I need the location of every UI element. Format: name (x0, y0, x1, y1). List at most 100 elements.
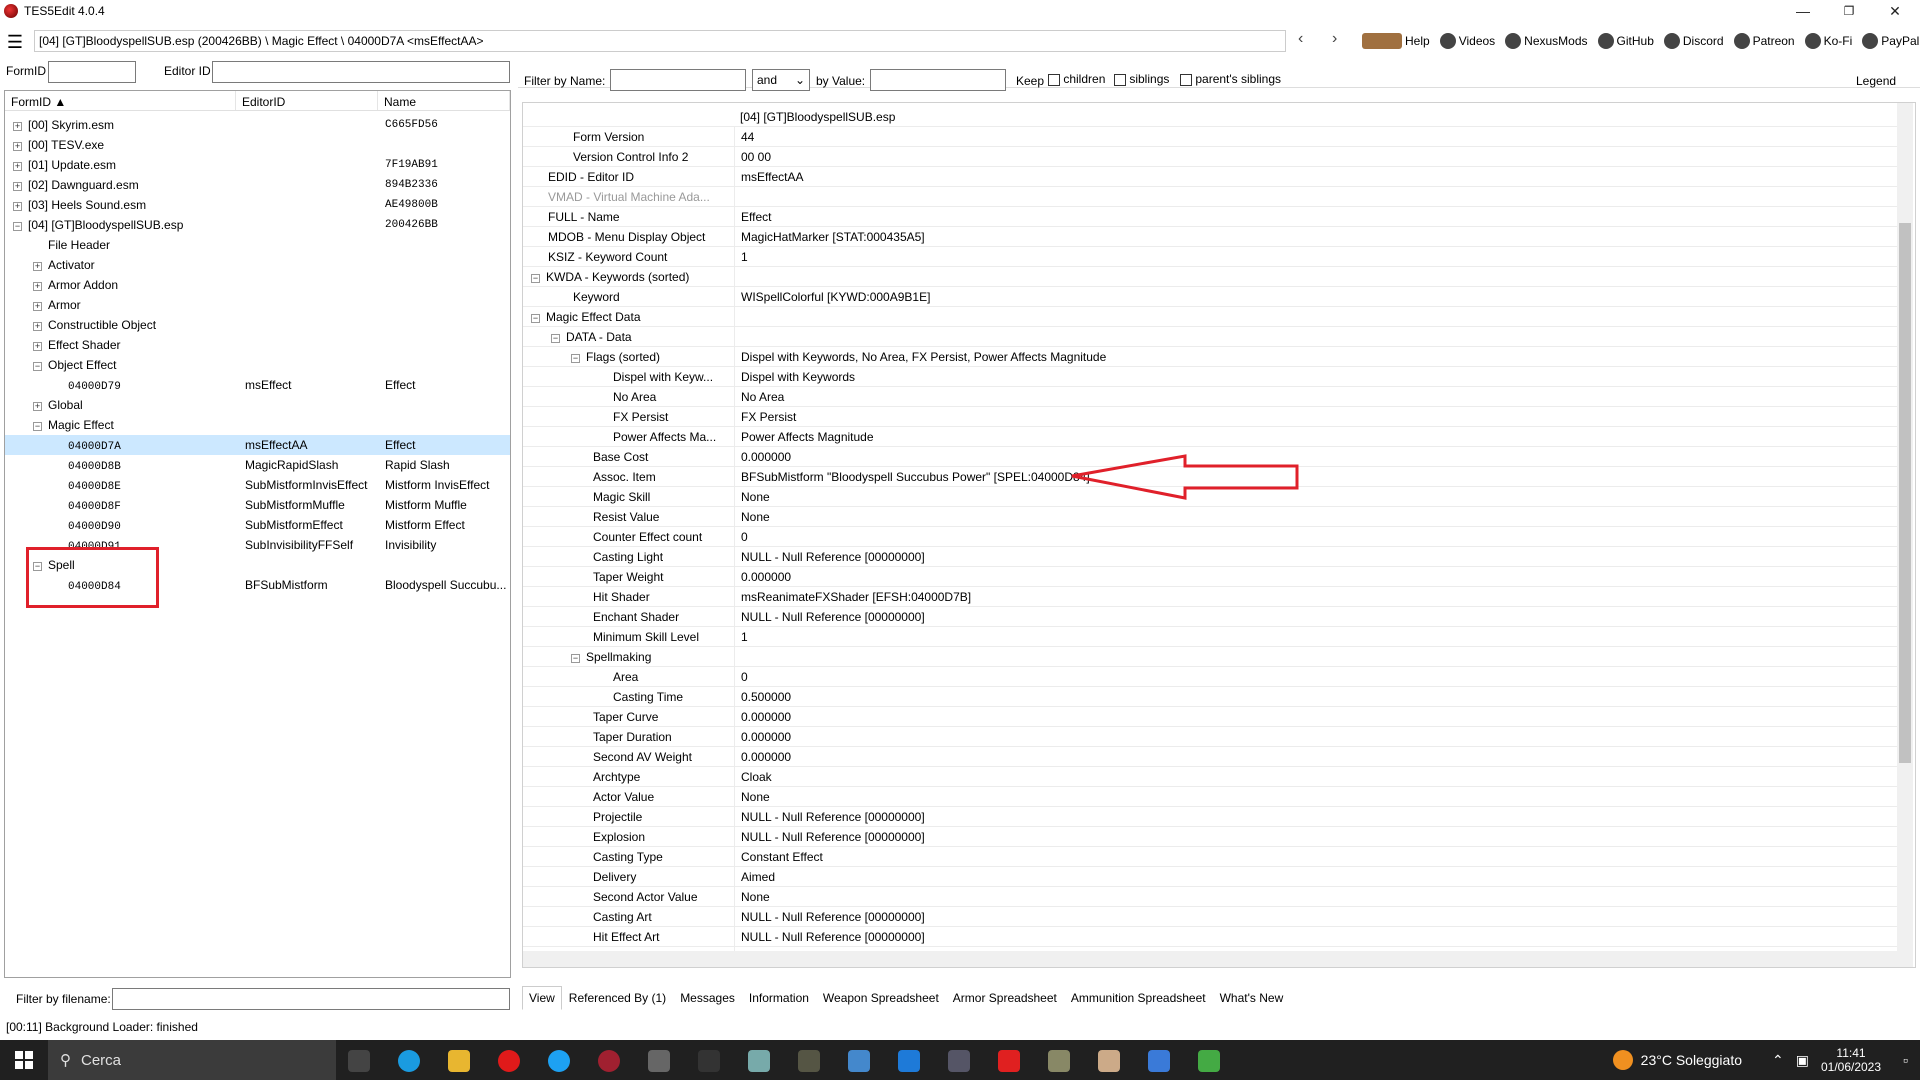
collapse-icon[interactable]: − (13, 222, 22, 231)
grid-row[interactable]: Counter Effect count 0 (523, 527, 1901, 547)
vertical-scrollbar[interactable] (1897, 103, 1913, 967)
forward-arrow-icon[interactable]: › (1332, 30, 1337, 48)
field-value[interactable]: WISpellColorful [KYWD:000A9B1E] (734, 287, 930, 307)
tab-view[interactable]: View (522, 986, 562, 1010)
field-value[interactable]: 0.500000 (734, 687, 791, 707)
tree-row[interactable]: + Effect Shader (5, 335, 510, 355)
tree-row[interactable]: + [00] TESV.exe (5, 135, 510, 155)
field-value[interactable] (734, 187, 741, 207)
column-name[interactable]: Name (378, 91, 510, 110)
app-icon-8[interactable] (998, 1050, 1020, 1072)
field-value[interactable]: BFSubMistform "Bloodyspell Succubus Powe… (734, 467, 1090, 487)
field-value[interactable]: 44 (734, 127, 754, 147)
grid-row[interactable]: EDID - Editor ID msEffectAA (523, 167, 1901, 187)
app-icon-11[interactable] (1148, 1050, 1170, 1072)
editorid-input[interactable] (212, 61, 510, 83)
grid-row[interactable]: Delivery Aimed (523, 867, 1901, 887)
link-videos[interactable]: Videos (1439, 33, 1495, 49)
field-value[interactable]: No Area (734, 387, 784, 407)
edge-icon[interactable] (398, 1050, 420, 1072)
field-value[interactable]: msReanimateFXShader [EFSH:04000D7B] (734, 587, 971, 607)
grid-row[interactable]: Version Control Info 2 00 00 (523, 147, 1901, 167)
grid-row[interactable]: − Spellmaking (523, 647, 1901, 667)
field-value[interactable]: 00 00 (734, 147, 771, 167)
tree-row[interactable]: 04000D79 msEffect Effect (5, 375, 510, 395)
expand-icon[interactable]: + (33, 322, 42, 331)
grid-row[interactable]: Casting Time 0.500000 (523, 687, 1901, 707)
field-value[interactable]: NULL - Null Reference [00000000] (734, 547, 925, 567)
grid-row[interactable]: Minimum Skill Level 1 (523, 627, 1901, 647)
field-value[interactable]: 0.000000 (734, 727, 791, 747)
collapse-icon[interactable]: − (551, 334, 560, 343)
grid-row[interactable]: Hit Effect Art NULL - Null Reference [000… (523, 927, 1901, 947)
expand-icon[interactable]: + (33, 262, 42, 271)
app-icon-7[interactable] (948, 1050, 970, 1072)
grid-row[interactable]: No Area No Area (523, 387, 1901, 407)
app-icon-9[interactable] (1048, 1050, 1070, 1072)
skype-icon[interactable] (548, 1050, 570, 1072)
grid-row[interactable]: Casting Art NULL - Null Reference [000000… (523, 907, 1901, 927)
app-icon-1[interactable] (648, 1050, 670, 1072)
field-value[interactable]: FX Persist (734, 407, 796, 427)
tree-row[interactable]: File Header (5, 235, 510, 255)
chevron-up-icon[interactable]: ⌃ (1772, 1052, 1784, 1069)
link-github[interactable]: GitHub (1597, 33, 1654, 49)
app-icon-2[interactable] (698, 1050, 720, 1072)
tree-row[interactable]: 04000D8E SubMistformInvisEffect Mistform I… (5, 475, 510, 495)
link-paypal[interactable]: PayPal (1862, 33, 1919, 49)
field-value[interactable]: Effect (734, 207, 771, 227)
grid-row[interactable]: KSIZ - Keyword Count 1 (523, 247, 1901, 267)
column-formid[interactable]: FormID ▲ (5, 91, 236, 110)
network-icon[interactable]: ▣ (1796, 1052, 1809, 1069)
tree-row[interactable]: + [02] Dawnguard.esm 894B2336 (5, 175, 510, 195)
grid-row[interactable]: − Magic Effect Data (523, 307, 1901, 327)
record-grid[interactable]: [04] [GT]BloodyspellSUB.esp Form Version… (522, 102, 1916, 968)
tree-row[interactable]: 04000D8B MagicRapidSlash Rapid Slash (5, 455, 510, 475)
field-value[interactable] (734, 267, 741, 287)
windows-start-icon[interactable] (0, 1040, 48, 1080)
grid-row[interactable]: − DATA - Data (523, 327, 1901, 347)
field-value[interactable]: Dispel with Keywords, No Area, FX Persis… (734, 347, 1106, 367)
record-tree[interactable]: FormID ▲ EditorID Name + [00] Skyrim.esm C… (4, 90, 511, 978)
field-value[interactable] (734, 327, 741, 347)
app-icon-6[interactable] (898, 1050, 920, 1072)
task-view-icon[interactable] (348, 1050, 370, 1072)
tree-row[interactable]: 04000D8F SubMistformMuffle Mistform Muffle (5, 495, 510, 515)
grid-row[interactable]: Projectile NULL - Null Reference [0000000… (523, 807, 1901, 827)
horizontal-scrollbar[interactable] (523, 951, 1899, 967)
filter-name-input[interactable] (610, 69, 746, 91)
grid-row[interactable]: Casting Type Constant Effect (523, 847, 1901, 867)
app-icon-5[interactable] (848, 1050, 870, 1072)
expand-icon[interactable]: + (33, 282, 42, 291)
weather-text[interactable]: 23°C Soleggiato (1641, 1052, 1742, 1068)
field-value[interactable]: 0.000000 (734, 567, 791, 587)
field-value[interactable]: 1 (734, 247, 748, 267)
grid-row[interactable]: Taper Duration 0.000000 (523, 727, 1901, 747)
collapse-icon[interactable]: − (531, 314, 540, 323)
collapse-icon[interactable]: − (531, 274, 540, 283)
field-value[interactable]: MagicHatMarker [STAT:000435A5] (734, 227, 925, 247)
app-icon-4[interactable] (798, 1050, 820, 1072)
tree-row[interactable]: − [04] [GT]BloodyspellSUB.esp 200426BB (5, 215, 510, 235)
legend-button[interactable]: Legend (1856, 74, 1896, 88)
field-value[interactable]: NULL - Null Reference [00000000] (734, 827, 925, 847)
tree-row[interactable]: + [00] Skyrim.esm C665FD56 (5, 115, 510, 135)
taskbar-search[interactable]: ⚲ Cerca (48, 1040, 336, 1080)
field-value[interactable]: None (734, 487, 770, 507)
tab-referenced-by[interactable]: Referenced By (1) (562, 986, 673, 1010)
tree-row[interactable]: − Object Effect (5, 355, 510, 375)
field-value[interactable]: 0.000000 (734, 447, 791, 467)
grid-row[interactable]: Explosion NULL - Null Reference [00000000… (523, 827, 1901, 847)
field-value[interactable]: Aimed (734, 867, 775, 887)
expand-icon[interactable]: + (13, 182, 22, 191)
field-value[interactable]: NULL - Null Reference [00000000] (734, 607, 925, 627)
expand-icon[interactable]: + (33, 402, 42, 411)
field-value[interactable]: NULL - Null Reference [00000000] (734, 907, 925, 927)
grid-row[interactable]: Enchant Shader NULL - Null Reference [000… (523, 607, 1901, 627)
field-value[interactable]: 1 (734, 627, 748, 647)
grid-row[interactable]: Second Actor Value None (523, 887, 1901, 907)
grid-row[interactable]: Form Version 44 (523, 127, 1901, 147)
field-value[interactable]: None (734, 787, 770, 807)
tree-row[interactable]: + Constructible Object (5, 315, 510, 335)
clock[interactable]: 11:41 01/06/2023 (1821, 1046, 1881, 1074)
